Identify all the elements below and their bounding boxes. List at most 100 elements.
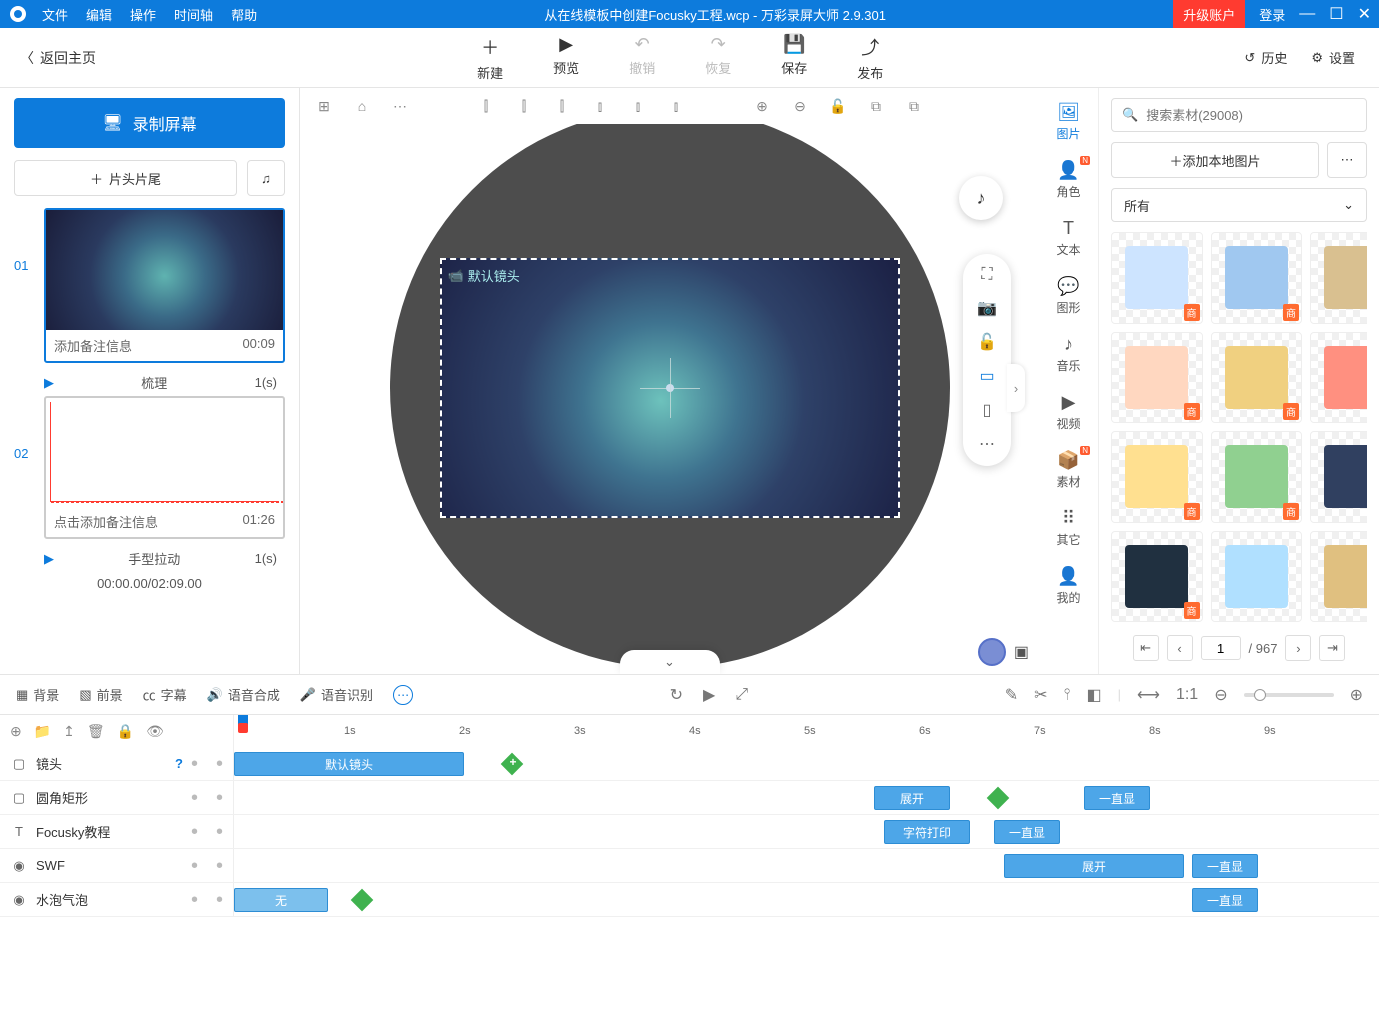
record-screen-button[interactable]: 🖥 录制屏幕	[14, 98, 285, 148]
upload-icon[interactable]: ↥	[63, 723, 75, 740]
more-icon[interactable]: ⋯	[390, 96, 410, 116]
asset-item[interactable]: 商	[1211, 232, 1303, 324]
playhead[interactable]	[238, 715, 248, 747]
menu-help[interactable]: 帮助	[231, 5, 257, 24]
copy-icon[interactable]: ⧉	[866, 96, 886, 116]
cut-icon[interactable]: ✂	[1034, 685, 1047, 705]
track-label[interactable]: ◉SWF••	[0, 849, 234, 882]
clip[interactable]: 展开	[1004, 854, 1184, 878]
play-icon[interactable]: ▶	[703, 685, 715, 705]
home-icon[interactable]: ⌂	[352, 96, 372, 116]
lock-icon[interactable]: 🔒	[117, 723, 134, 740]
category-select[interactable]: 所有 ⌄	[1111, 188, 1367, 222]
asset-item[interactable]: 商	[1310, 332, 1367, 424]
tab-mine[interactable]: 👤我的	[1039, 560, 1098, 612]
redo-button[interactable]: ↷恢复	[705, 34, 731, 82]
asset-item[interactable]: 商	[1111, 431, 1203, 523]
add-track-icon[interactable]: ⊕	[10, 723, 22, 740]
scene-note[interactable]: 点击添加备注信息	[54, 512, 158, 531]
scale-icon[interactable]: 1:1	[1176, 686, 1198, 704]
clip[interactable]: 无	[234, 888, 328, 912]
ruler-icon[interactable]: ⊞	[314, 96, 334, 116]
asset-item[interactable]: 商	[1111, 531, 1203, 623]
track-label[interactable]: ◉水泡气泡••	[0, 883, 234, 916]
folder-icon[interactable]: 📁	[34, 723, 51, 740]
clip[interactable]: 默认镜头	[234, 752, 464, 776]
search-box[interactable]: 🔍	[1111, 98, 1367, 132]
scene-thumbnail[interactable]	[46, 210, 283, 330]
expand-toggle[interactable]: ›	[1007, 364, 1025, 412]
tab-text[interactable]: T文本	[1039, 212, 1098, 264]
track-label[interactable]: ▢圆角矩形••	[0, 781, 234, 814]
clip[interactable]: 一直显	[1192, 888, 1258, 912]
tab-video[interactable]: ▶视频	[1039, 386, 1098, 438]
audio-button[interactable]: ♪	[959, 176, 1003, 220]
filter-icon[interactable]: ⫯	[1064, 686, 1071, 704]
history-button[interactable]: ↺历史	[1244, 48, 1287, 67]
keyframe-icon[interactable]	[501, 753, 524, 776]
scene-note[interactable]: 添加备注信息	[54, 336, 132, 355]
zoom-in-icon[interactable]: ⊕	[1350, 685, 1363, 705]
menu-file[interactable]: 文件	[42, 5, 68, 24]
track-lane[interactable]: 默认镜头	[234, 747, 1379, 780]
ruler[interactable]: 1s2s3s4s5s6s7s8s9s	[234, 715, 1379, 747]
tab-image[interactable]: 🖼图片	[1039, 96, 1098, 148]
clip[interactable]: 字符打印	[884, 820, 970, 844]
asset-item[interactable]: 商	[1310, 232, 1367, 324]
page-input[interactable]	[1201, 636, 1241, 660]
window-icon[interactable]: ▣	[1014, 642, 1029, 662]
tab-material[interactable]: 📦素材N	[1039, 444, 1098, 496]
track-label[interactable]: ▢镜头?••	[0, 747, 234, 780]
tab-music[interactable]: ♪音乐	[1039, 328, 1098, 380]
align-top-icon[interactable]: ⫾	[590, 96, 610, 116]
tab-other[interactable]: ⠿其它	[1039, 502, 1098, 554]
align-middle-icon[interactable]: ⫾	[628, 96, 648, 116]
prev-page-button[interactable]: ‹	[1167, 635, 1193, 661]
edit-icon[interactable]: ✎	[1005, 685, 1018, 705]
maximize-icon[interactable]: ☐	[1329, 4, 1343, 24]
device-icon[interactable]: ▯	[983, 400, 992, 420]
tab-subtitle[interactable]: ㏄字幕	[143, 685, 187, 704]
align-center-icon[interactable]: ⫿	[514, 96, 534, 116]
expand-icon[interactable]: ⤢	[735, 686, 748, 704]
close-icon[interactable]: ✕	[1358, 4, 1371, 24]
menu-timeline[interactable]: 时间轴	[174, 5, 213, 24]
next-page-button[interactable]: ›	[1285, 635, 1311, 661]
keyframe-icon[interactable]	[351, 889, 374, 912]
asset-item[interactable]	[1211, 531, 1303, 623]
scene-thumbnail[interactable]	[50, 402, 279, 502]
play-icon[interactable]: ▶	[44, 375, 54, 391]
bookmark-icon[interactable]: ◧	[1087, 685, 1102, 705]
clip[interactable]: 一直显	[1084, 786, 1150, 810]
align-bottom-icon[interactable]: ⫾	[666, 96, 686, 116]
paste-icon[interactable]: ⧉	[904, 96, 924, 116]
tab-asr[interactable]: 🎤语音识别	[300, 685, 373, 704]
zoom-in-icon[interactable]: ⊕	[752, 96, 772, 116]
minimize-icon[interactable]: —	[1299, 5, 1315, 23]
delete-icon[interactable]: 🗑	[87, 723, 105, 740]
zoom-out-icon[interactable]: ⊖	[790, 96, 810, 116]
fullscreen-icon[interactable]: ⛶	[981, 266, 992, 284]
clip[interactable]: 一直显	[994, 820, 1060, 844]
asset-item[interactable]	[1310, 531, 1367, 623]
track-lane[interactable]: 无 一直显	[234, 883, 1379, 916]
track-lane[interactable]: 展开一直显	[234, 849, 1379, 882]
color-indicator[interactable]	[978, 638, 1006, 666]
first-page-button[interactable]: ⇤	[1133, 635, 1159, 661]
lock-icon[interactable]: 🔓	[977, 332, 997, 352]
track-label[interactable]: TFocusky教程••	[0, 815, 234, 848]
asset-item[interactable]: 商	[1111, 232, 1203, 324]
back-button[interactable]: 〈 返回主页	[0, 48, 116, 68]
camera-icon[interactable]: 📷	[977, 298, 997, 318]
save-button[interactable]: 💾保存	[781, 34, 807, 82]
play-icon[interactable]: ▶	[44, 551, 54, 567]
zoom-out-icon[interactable]: ⊖	[1214, 685, 1227, 705]
asset-item[interactable]: 商	[1111, 332, 1203, 424]
upgrade-button[interactable]: 升级账户	[1173, 0, 1245, 28]
more-icon[interactable]: ⋯	[393, 685, 413, 705]
tab-foreground[interactable]: ▧前景	[79, 685, 122, 704]
asset-item[interactable]: 商	[1211, 332, 1303, 424]
fit-icon[interactable]: ⟷	[1137, 685, 1160, 705]
zoom-slider[interactable]	[1244, 693, 1334, 697]
add-local-image-button[interactable]: ＋ 添加本地图片	[1111, 142, 1319, 178]
